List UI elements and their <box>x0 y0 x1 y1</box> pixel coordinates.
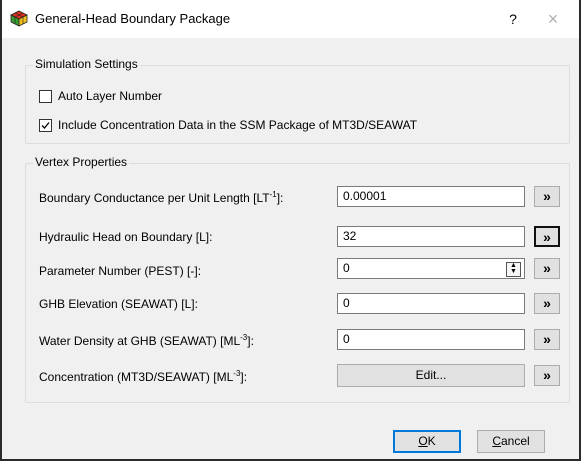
conductance-arrow-button[interactable]: » <box>534 186 560 207</box>
dialog-window: General-Head Boundary Package ? × Simula… <box>0 0 581 461</box>
close-button[interactable]: × <box>540 8 566 30</box>
hydraulic-head-input[interactable]: 32 <box>337 226 525 247</box>
window-title: General-Head Boundary Package <box>35 11 231 26</box>
auto-layer-label: Auto Layer Number <box>58 89 163 103</box>
spinner-updown-icon[interactable]: ▲ ▼ <box>506 262 521 277</box>
cancel-button[interactable]: Cancel <box>477 430 545 453</box>
title-bar: General-Head Boundary Package ? × <box>2 0 579 38</box>
concentration-arrow-button[interactable]: » <box>534 365 560 386</box>
include-conc-row[interactable]: Include Concentration Data in the SSM Pa… <box>39 118 417 132</box>
concentration-edit-button[interactable]: Edit... <box>337 364 525 387</box>
concentration-label: Concentration (MT3D/SEAWAT) [ML-3]: <box>39 369 248 384</box>
parameter-number-label: Parameter Number (PEST) [-]: <box>39 264 202 278</box>
checkmark-icon <box>41 121 50 129</box>
hydraulic-head-label: Hydraulic Head on Boundary [L]: <box>39 230 213 244</box>
ghb-elevation-input[interactable]: 0 <box>337 293 525 314</box>
vertex-properties-title: Vertex Properties <box>33 155 130 169</box>
help-button[interactable]: ? <box>500 8 526 30</box>
include-conc-label: Include Concentration Data in the SSM Pa… <box>58 118 418 132</box>
conductance-label: Boundary Conductance per Unit Length [LT… <box>39 190 284 205</box>
ok-button[interactable]: OK <box>393 430 461 453</box>
auto-layer-row[interactable]: Auto Layer Number <box>39 89 162 103</box>
water-density-label: Water Density at GHB (SEAWAT) [ML-3]: <box>39 333 254 348</box>
ghb-elevation-label: GHB Elevation (SEAWAT) [L]: <box>39 297 198 311</box>
conductance-input[interactable]: 0.00001 <box>337 186 525 207</box>
simulation-settings-group: Simulation Settings <box>25 57 570 144</box>
parameter-number-input[interactable]: 0 ▲ ▼ <box>337 258 525 279</box>
ghb-elevation-arrow-button[interactable]: » <box>534 293 560 314</box>
include-conc-checkbox[interactable] <box>39 118 52 132</box>
water-density-input[interactable]: 0 <box>337 329 525 350</box>
simulation-settings-title: Simulation Settings <box>33 57 140 71</box>
app-grid-icon <box>10 9 28 27</box>
auto-layer-checkbox[interactable] <box>39 89 52 103</box>
parameter-number-arrow-button[interactable]: » <box>534 258 560 279</box>
parameter-number-value: 0 <box>343 261 350 275</box>
water-density-arrow-button[interactable]: » <box>534 329 560 350</box>
hydraulic-head-arrow-button[interactable]: » <box>534 226 560 247</box>
